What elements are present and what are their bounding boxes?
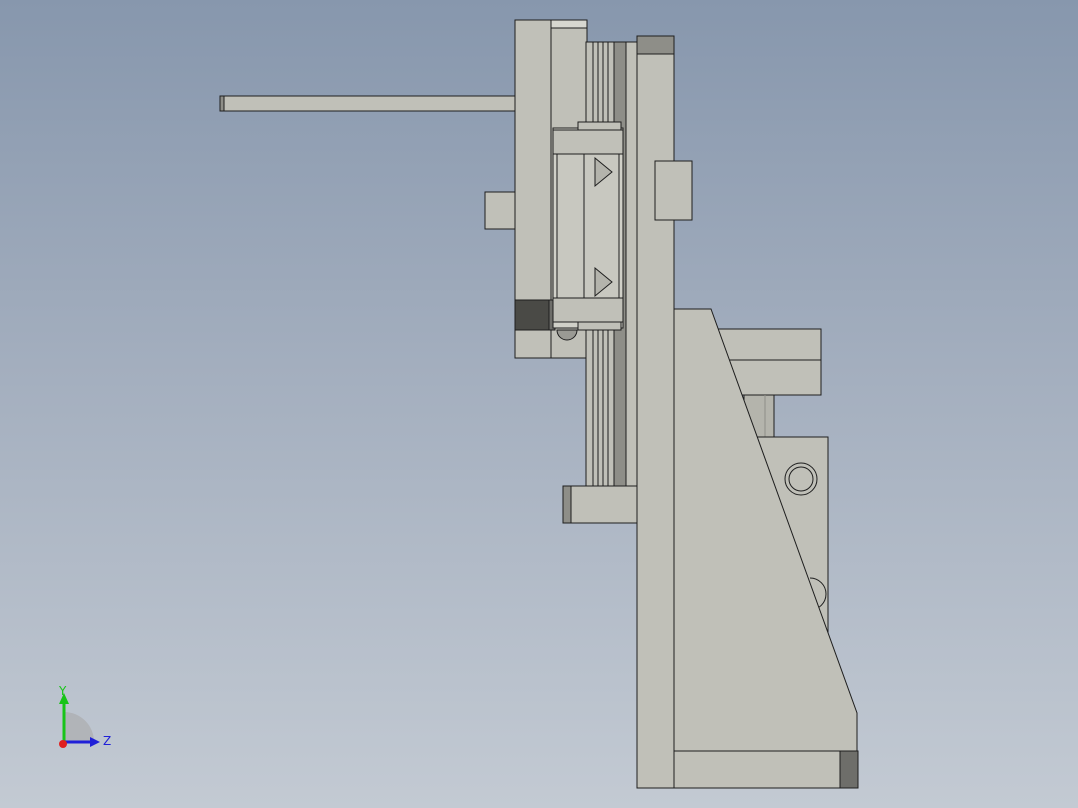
- slider-top-bar: [552, 129, 624, 155]
- triad-quadrant: [64, 712, 94, 742]
- main-vertical-plate[interactable]: [636, 35, 675, 789]
- base-plate[interactable]: [673, 750, 859, 789]
- rod-end-cap: [219, 95, 225, 112]
- carriage-dark-block: [514, 299, 550, 331]
- top-bracket[interactable]: [654, 160, 693, 221]
- stop-block[interactable]: [562, 485, 638, 524]
- slider-bottom-cap: [577, 321, 622, 331]
- carriage-top-lip: [550, 19, 588, 29]
- z-axis-head: [90, 737, 100, 747]
- side-block[interactable]: [484, 191, 517, 230]
- rail-frame-strip: [625, 41, 638, 487]
- main-plate-top-cap: [636, 35, 675, 55]
- slider-bottom-bar: [552, 297, 624, 323]
- y-axis-label: Y: [58, 684, 67, 698]
- rod[interactable]: [219, 95, 517, 112]
- base-plate-end: [839, 750, 859, 789]
- slider-top-cap: [577, 121, 622, 131]
- orientation-triad[interactable]: Y Z: [50, 684, 120, 754]
- graphics-viewport[interactable]: Y Z: [0, 0, 1078, 808]
- x-axis-dot: [59, 740, 67, 748]
- slider-window: [556, 153, 620, 299]
- cad-model-side-view[interactable]: [0, 0, 1078, 808]
- stop-block-edge: [562, 485, 572, 524]
- z-axis-label: Z: [103, 734, 111, 748]
